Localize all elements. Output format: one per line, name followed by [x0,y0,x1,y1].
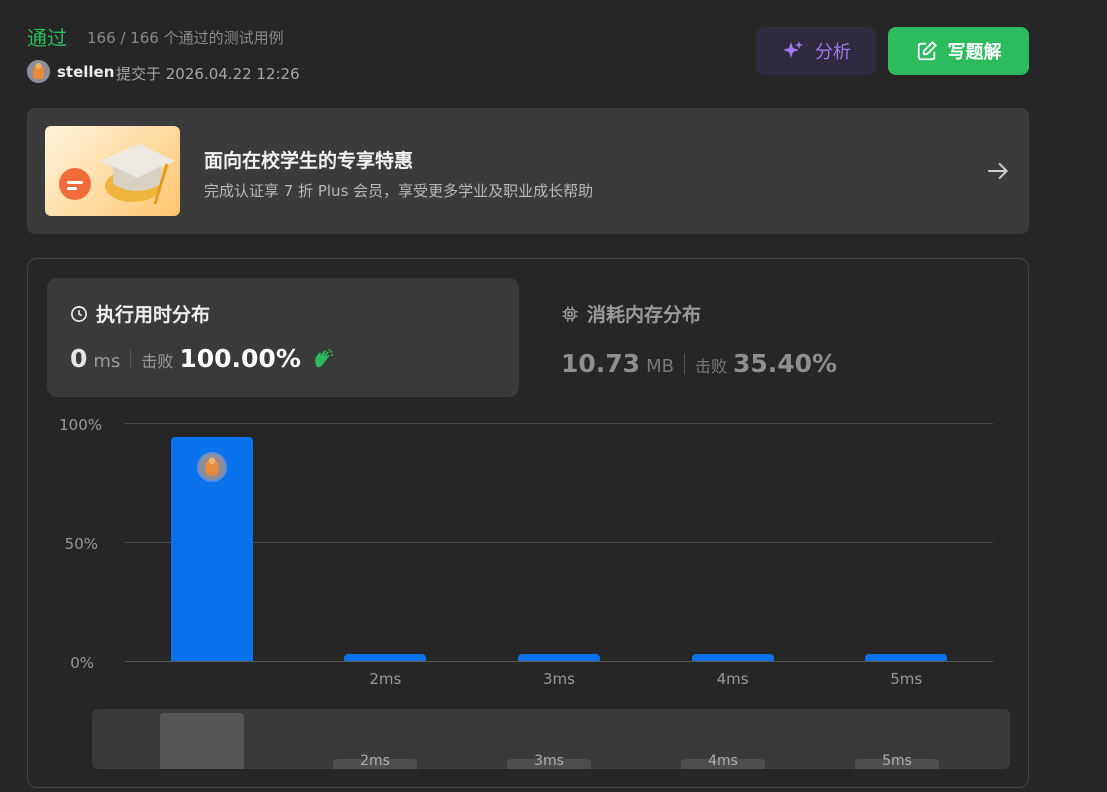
username[interactable]: stellen [57,63,114,81]
memory-beat-value: 35.40% [732,349,838,378]
arrow-right-icon[interactable] [985,158,1011,184]
sparkle-icon [783,41,803,58]
runtime-card[interactable]: 执行用时分布 0 ms 击败 100.00% [47,278,519,397]
promo-title: 面向在校学生的专享特惠 [204,150,414,172]
chart-bar[interactable] [691,653,774,661]
write-solution-button[interactable]: 写题解 [888,27,1029,75]
runtime-title: 执行用时分布 [96,304,211,326]
divider [130,348,132,369]
submission-time: 提交于 2026.04.22 12:26 [116,65,300,83]
avatar-image-icon [27,60,50,83]
edit-icon [917,40,937,61]
runtime-stats: 0 ms 击败 100.00% [70,344,335,373]
submission-status: 通过 [27,26,67,50]
chart-minimap[interactable]: 2ms 3ms 4ms 5ms [92,709,1010,769]
memory-title-row: 消耗内存分布 [561,300,837,327]
memory-stats: 10.73 MB 击败 35.40% [561,349,837,378]
minimap-handle[interactable] [160,713,244,769]
memory-card[interactable]: 消耗内存分布 10.73 MB 击败 35.40% [561,300,837,378]
promo-subtitle: 完成认证享 7 折 Plus 会员，享受更多学业及职业成长帮助 [204,182,594,200]
analyze-label: 分析 [815,42,851,63]
runtime-unit: ms [93,351,121,372]
chart-bar[interactable] [518,653,600,661]
write-solution-label: 写题解 [947,42,1002,63]
minimap-label: 2ms [360,753,390,769]
clock-icon [71,305,87,322]
memory-beat-label: 击败 [694,357,727,376]
chart-bar[interactable] [344,653,427,661]
minimap-label: 5ms [882,753,912,769]
student-promo-banner[interactable]: 面向在校学生的专享特惠 完成认证享 7 折 Plus 会员，享受更多学业及职业成… [27,108,1029,234]
graduation-cap-illustration [45,126,180,216]
avatar[interactable] [27,60,50,83]
memory-value: 10.73 [561,349,641,378]
runtime-value: 0 [70,344,88,373]
minimap-label: 3ms [534,753,564,769]
memory-unit: MB [646,356,674,377]
memory-title: 消耗内存分布 [587,304,702,326]
runtime-beat-label: 击败 [141,352,174,371]
chart-bar[interactable] [865,653,948,661]
runtime-title-row: 执行用时分布 [70,300,210,327]
chart-bar[interactable] [170,437,253,661]
minimap-label: 4ms [708,753,738,769]
divider [683,353,685,374]
runtime-beat-value: 100.00% [179,344,301,373]
clapping-hands-icon [315,348,333,367]
analyze-button[interactable]: 分析 [756,27,876,75]
chip-icon [562,306,578,321]
testcases-passed: 166 / 166 个通过的测试用例 [87,29,284,47]
